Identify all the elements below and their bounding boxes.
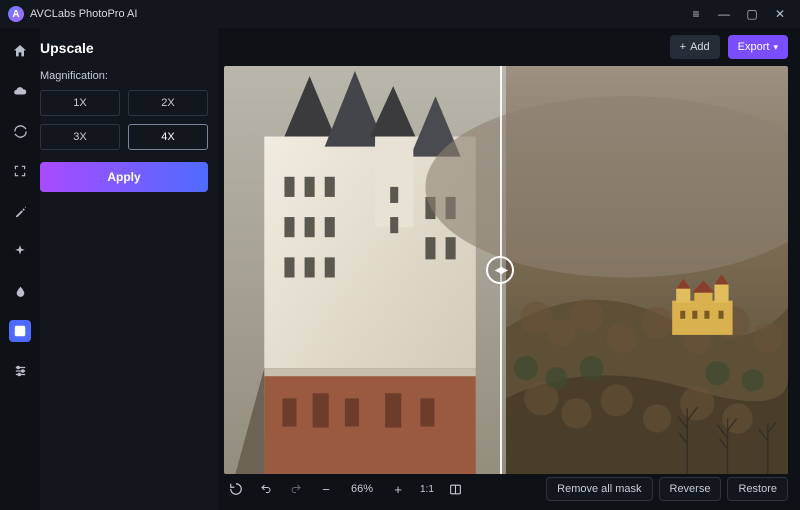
magnification-grid: 1X 2X 3X 4X [40, 90, 208, 150]
home-icon[interactable] [9, 40, 31, 62]
export-button[interactable]: Export ▾ [728, 35, 788, 59]
zoom-in-icon[interactable]: + [386, 478, 410, 500]
sliders-icon[interactable] [9, 360, 31, 382]
minimize-button[interactable]: — [710, 3, 738, 25]
menu-icon[interactable]: ≡ [682, 3, 710, 25]
add-button[interactable]: + Add [670, 35, 720, 59]
title-bar: A AVCLabs PhotoPro AI ≡ — ▢ ✕ [0, 0, 800, 28]
settings-panel: Upscale Magnification: 1X 2X 3X 4X Apply [40, 28, 218, 510]
magnification-label: Magnification: [40, 70, 208, 82]
mag-4x[interactable]: 4X [128, 124, 208, 150]
plus-icon: + [680, 41, 686, 53]
upscale-icon[interactable] [9, 320, 31, 342]
undo-icon[interactable] [254, 478, 278, 500]
cloud-upload-icon[interactable] [9, 80, 31, 102]
page-title: Upscale [40, 38, 208, 70]
export-label: Export [738, 41, 770, 53]
magic-wand-icon[interactable] [9, 200, 31, 222]
reset-rotate-icon[interactable] [224, 478, 248, 500]
zoom-out-icon[interactable]: − [314, 478, 338, 500]
app-title: AVCLabs PhotoPro AI [30, 8, 137, 20]
app-logo-icon: A [8, 6, 24, 22]
reverse-button[interactable]: Reverse [659, 477, 722, 501]
redo-icon[interactable] [284, 478, 308, 500]
mag-3x[interactable]: 3X [40, 124, 120, 150]
zoom-1to1-button[interactable]: 1:1 [416, 478, 438, 500]
close-button[interactable]: ✕ [766, 3, 794, 25]
expand-icon[interactable] [9, 160, 31, 182]
add-label: Add [690, 41, 710, 53]
top-toolbar: + Add Export ▾ [218, 28, 800, 66]
mag-1x[interactable]: 1X [40, 90, 120, 116]
mag-2x[interactable]: 2X [128, 90, 208, 116]
bottom-toolbar: − 66% + 1:1 Remove all mask Reverse Rest… [218, 474, 800, 510]
zoom-level: 66% [344, 483, 380, 495]
rotate-icon[interactable] [9, 120, 31, 142]
sparkle-icon[interactable] [9, 240, 31, 262]
droplet-icon[interactable] [9, 280, 31, 302]
nav-rail [0, 28, 40, 510]
image-compare-viewer[interactable]: ◀▶ [224, 66, 788, 474]
chevron-down-icon: ▾ [773, 42, 778, 53]
maximize-button[interactable]: ▢ [738, 3, 766, 25]
restore-button[interactable]: Restore [727, 477, 788, 501]
compare-slider-handle[interactable]: ◀▶ [486, 256, 514, 284]
remove-mask-button[interactable]: Remove all mask [546, 477, 652, 501]
main-area: + Add Export ▾ [218, 28, 800, 510]
apply-button[interactable]: Apply [40, 162, 208, 192]
compare-toggle-icon[interactable] [444, 478, 468, 500]
